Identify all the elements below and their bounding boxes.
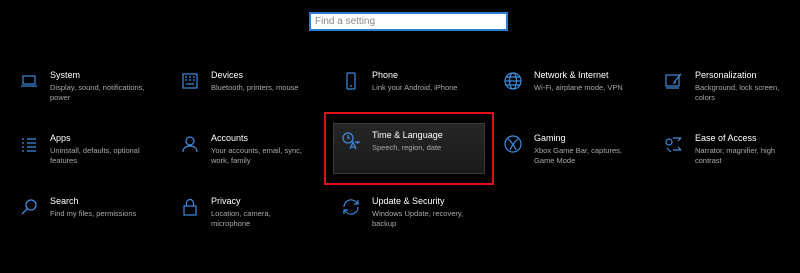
- tile-ease-of-access[interactable]: Ease of Access Narrator, magnifier, high…: [663, 133, 800, 183]
- settings-home: System Display, sound, notifications, po…: [0, 0, 800, 273]
- phone-icon: [340, 70, 362, 92]
- tile-description: Xbox Game Bar, captures, Game Mode: [534, 146, 622, 165]
- tile-description: Bluetooth, printers, mouse: [211, 83, 299, 92]
- tile-apps[interactable]: Apps Uninstall, defaults, optional featu…: [18, 133, 170, 183]
- tile-title: Devices: [211, 70, 244, 80]
- tile-title: Personalization: [695, 70, 757, 80]
- tile-devices[interactable]: Devices Bluetooth, printers, mouse: [179, 70, 331, 120]
- tile-title: System: [50, 70, 81, 80]
- tile-personalization[interactable]: Personalization Background, lock screen,…: [663, 70, 800, 120]
- tile-network-internet[interactable]: Network & Internet Wi-Fi, airplane mode,…: [502, 70, 654, 120]
- search-icon: [18, 196, 40, 218]
- tile-description: Speech, region, date: [372, 143, 442, 152]
- tile-description: Uninstall, defaults, optional features: [50, 146, 140, 165]
- tile-title: Update & Security: [372, 196, 445, 206]
- apps-list-icon: [18, 133, 40, 155]
- tile-title: Phone: [372, 70, 399, 80]
- ease-of-access-icon: [663, 133, 685, 155]
- tile-system[interactable]: System Display, sound, notifications, po…: [18, 70, 170, 120]
- search-input[interactable]: [315, 14, 506, 29]
- tile-title: Search: [50, 196, 79, 206]
- tile-update-security[interactable]: Update & Security Windows Update, recove…: [340, 196, 492, 246]
- tile-accounts[interactable]: Accounts Your accounts, email, sync, wor…: [179, 133, 331, 183]
- tile-title: Ease of Access: [695, 133, 757, 143]
- lock-icon: [179, 196, 201, 218]
- tile-time-language[interactable]: Time & Language Speech, region, date: [333, 123, 485, 174]
- tile-description: Display, sound, notifications, power: [50, 83, 145, 102]
- xbox-icon: [502, 133, 524, 155]
- laptop-icon: [18, 70, 40, 92]
- tile-title: Network & Internet: [534, 70, 609, 80]
- person-icon: [179, 133, 201, 155]
- tile-description: Find my files, permissions: [50, 209, 137, 218]
- tile-gaming[interactable]: Gaming Xbox Game Bar, captures, Game Mod…: [502, 133, 654, 183]
- tile-search[interactable]: Search Find my files, permissions: [18, 196, 170, 246]
- globe-icon: [502, 70, 524, 92]
- sync-icon: [340, 196, 362, 218]
- tile-title: Accounts: [211, 133, 249, 143]
- tile-title: Apps: [50, 133, 71, 143]
- tile-privacy[interactable]: Privacy Location, camera, microphone: [179, 196, 331, 246]
- keyboard-icon: [179, 70, 201, 92]
- tile-title: Time & Language: [372, 130, 443, 140]
- time-language-icon: [340, 130, 362, 152]
- tile-description: Wi-Fi, airplane mode, VPN: [534, 83, 623, 92]
- tile-description: Narrator, magnifier, high contrast: [695, 146, 776, 165]
- search-box[interactable]: [309, 12, 508, 31]
- tile-description: Location, camera, microphone: [211, 209, 271, 228]
- tile-description: Your accounts, email, sync, work, family: [211, 146, 303, 165]
- tile-description: Windows Update, recovery, backup: [372, 209, 464, 228]
- paint-icon: [663, 70, 685, 92]
- tile-description: Background, lock screen, colors: [695, 83, 780, 102]
- tile-title: Privacy: [211, 196, 241, 206]
- tile-title: Gaming: [534, 133, 566, 143]
- tile-description: Link your Android, iPhone: [372, 83, 458, 92]
